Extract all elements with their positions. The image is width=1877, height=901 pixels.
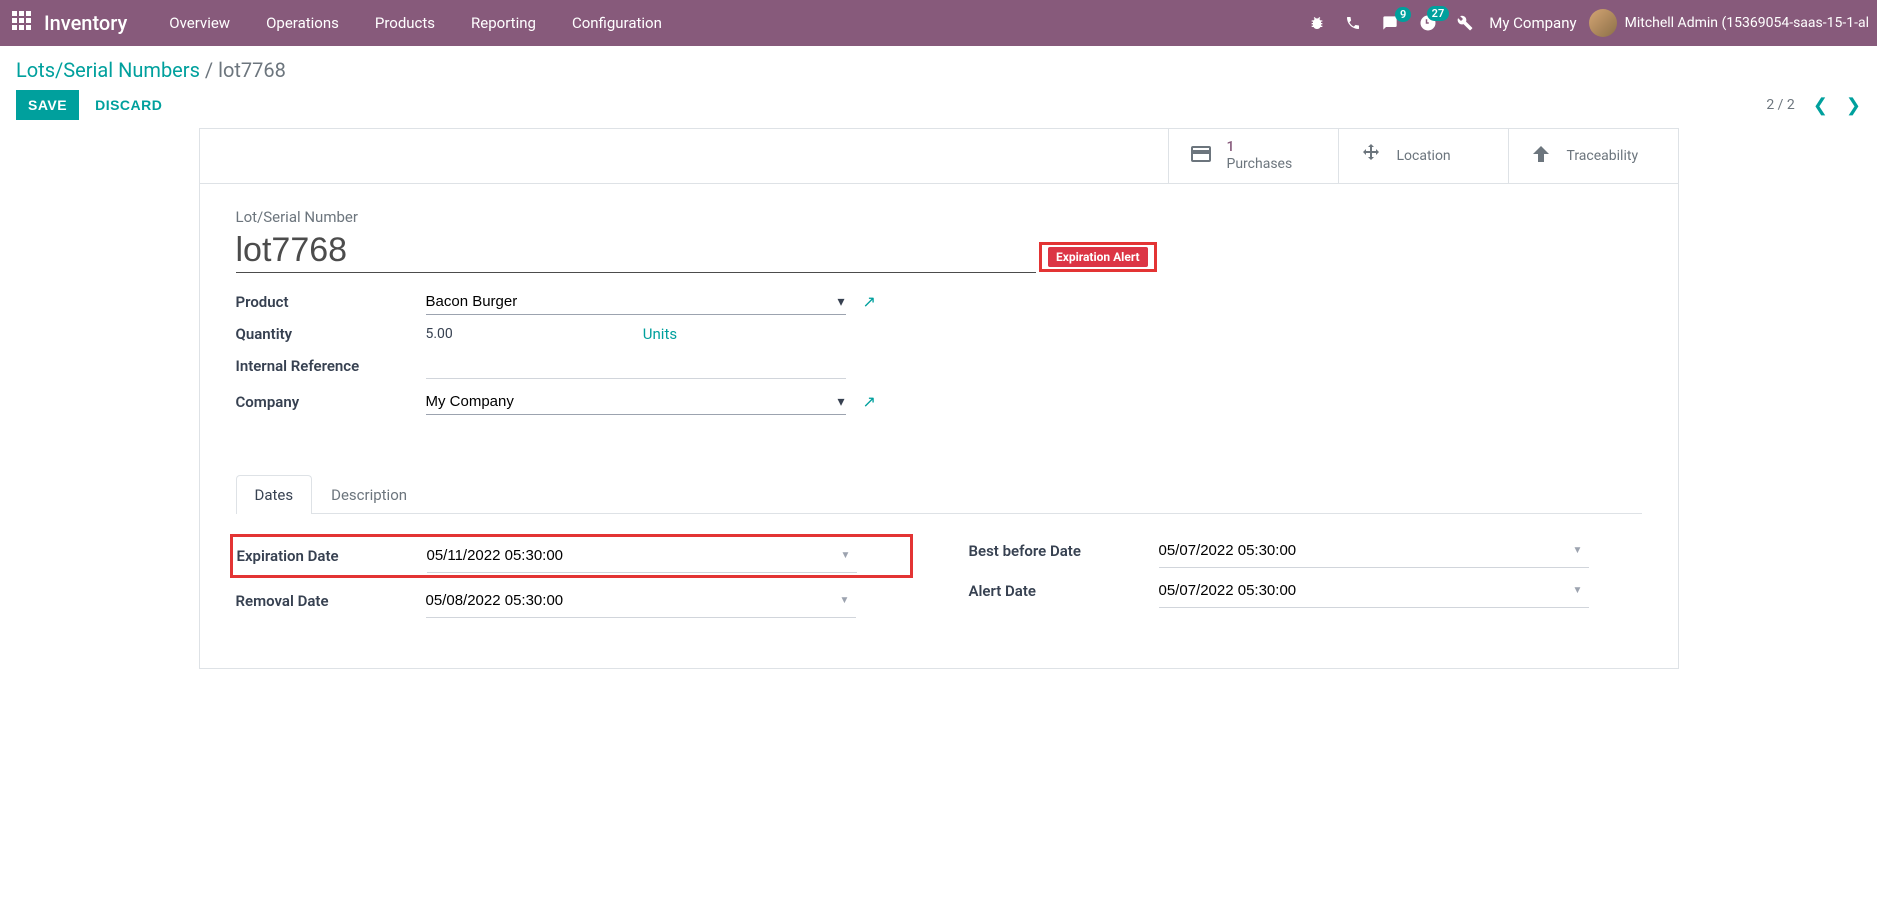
nav-products[interactable]: Products <box>357 2 453 44</box>
breadcrumb: Lots/Serial Numbers / lot7768 <box>16 58 1861 82</box>
removal-date-input[interactable] <box>426 584 856 618</box>
save-button[interactable]: SAVE <box>16 90 79 120</box>
nav-overview[interactable]: Overview <box>151 2 248 44</box>
apps-icon[interactable] <box>12 11 36 35</box>
control-panel: Lots/Serial Numbers / lot7768 SAVE DISCA… <box>0 46 1877 128</box>
debug-tools-icon[interactable] <box>1453 11 1477 35</box>
breadcrumb-parent[interactable]: Lots/Serial Numbers <box>16 58 200 82</box>
best-before-date-input[interactable] <box>1159 534 1589 568</box>
tabs: Dates Description <box>236 475 1642 514</box>
tab-content-dates: Expiration Date ▼ Removal Date ▼ Best be… <box>236 514 1642 644</box>
alert-date-input[interactable] <box>1159 574 1589 608</box>
breadcrumb-current: lot7768 <box>218 58 286 82</box>
removal-date-label: Removal Date <box>236 592 426 610</box>
stat-location-label: Location <box>1397 148 1451 164</box>
quantity-value: 5.00 <box>426 326 453 342</box>
pager-count: 2 / 2 <box>1766 97 1794 113</box>
top-navbar: Inventory Overview Operations Products R… <box>0 0 1877 46</box>
stat-traceability-label: Traceability <box>1567 148 1639 164</box>
messages-badge: 9 <box>1395 7 1411 22</box>
messages-icon[interactable]: 9 <box>1377 11 1403 35</box>
pager-next-icon[interactable]: ❯ <box>1846 95 1861 116</box>
app-title[interactable]: Inventory <box>44 11 127 35</box>
user-menu[interactable]: Mitchell Admin (15369054-saas-15-1-al <box>1589 9 1869 37</box>
tab-description[interactable]: Description <box>312 475 426 514</box>
user-name: Mitchell Admin (15369054-saas-15-1-al <box>1625 15 1869 31</box>
company-switcher[interactable]: My Company <box>1477 14 1588 32</box>
quantity-label: Quantity <box>236 325 426 343</box>
quantity-units-link[interactable]: Units <box>643 325 677 343</box>
company-input[interactable] <box>426 389 846 415</box>
best-before-date-label: Best before Date <box>969 542 1159 560</box>
internal-reference-input[interactable] <box>426 353 846 379</box>
discard-button[interactable]: DISCARD <box>95 97 162 113</box>
lot-number-input[interactable] <box>236 229 1036 273</box>
expiration-date-label: Expiration Date <box>237 547 427 565</box>
credit-card-icon <box>1189 142 1213 170</box>
external-link-icon[interactable]: ↗ <box>863 392 876 411</box>
alert-date-label: Alert Date <box>969 582 1159 600</box>
stat-location[interactable]: Location <box>1338 129 1508 183</box>
stat-purchases-label: Purchases <box>1227 156 1293 173</box>
stat-traceability[interactable]: Traceability <box>1508 129 1678 183</box>
nav-configuration[interactable]: Configuration <box>554 2 680 44</box>
expiration-alert-tag: Expiration Alert <box>1048 247 1148 267</box>
arrow-up-icon <box>1529 142 1553 170</box>
product-input[interactable] <box>426 289 846 315</box>
internal-reference-label: Internal Reference <box>236 357 426 375</box>
stat-button-row: 1 Purchases Location Traceability <box>200 129 1678 184</box>
company-label: Company <box>236 393 426 411</box>
activity-badge: 27 <box>1427 6 1450 21</box>
nav-operations[interactable]: Operations <box>248 2 357 44</box>
avatar <box>1589 9 1617 37</box>
product-label: Product <box>236 293 426 311</box>
bug-icon[interactable] <box>1305 11 1329 35</box>
move-icon <box>1359 142 1383 170</box>
expiration-alert-highlight: Expiration Alert <box>1039 242 1157 272</box>
form-sheet: 1 Purchases Location Traceability Lot/Se… <box>199 128 1679 669</box>
nav-systray: 9 27 <box>1305 10 1477 36</box>
external-link-icon[interactable]: ↗ <box>863 292 876 311</box>
pager-prev-icon[interactable]: ❮ <box>1813 95 1828 116</box>
nav-menu: Overview Operations Products Reporting C… <box>151 2 680 44</box>
expiration-date-highlight: Expiration Date ▼ <box>230 534 913 578</box>
expiration-date-input[interactable] <box>427 539 857 573</box>
tab-dates[interactable]: Dates <box>236 475 313 514</box>
activity-icon[interactable]: 27 <box>1415 10 1441 36</box>
lot-number-label: Lot/Serial Number <box>236 208 1642 226</box>
stat-purchases-count: 1 <box>1227 139 1293 156</box>
nav-reporting[interactable]: Reporting <box>453 2 554 44</box>
stat-purchases[interactable]: 1 Purchases <box>1168 129 1338 183</box>
phone-icon[interactable] <box>1341 11 1365 35</box>
